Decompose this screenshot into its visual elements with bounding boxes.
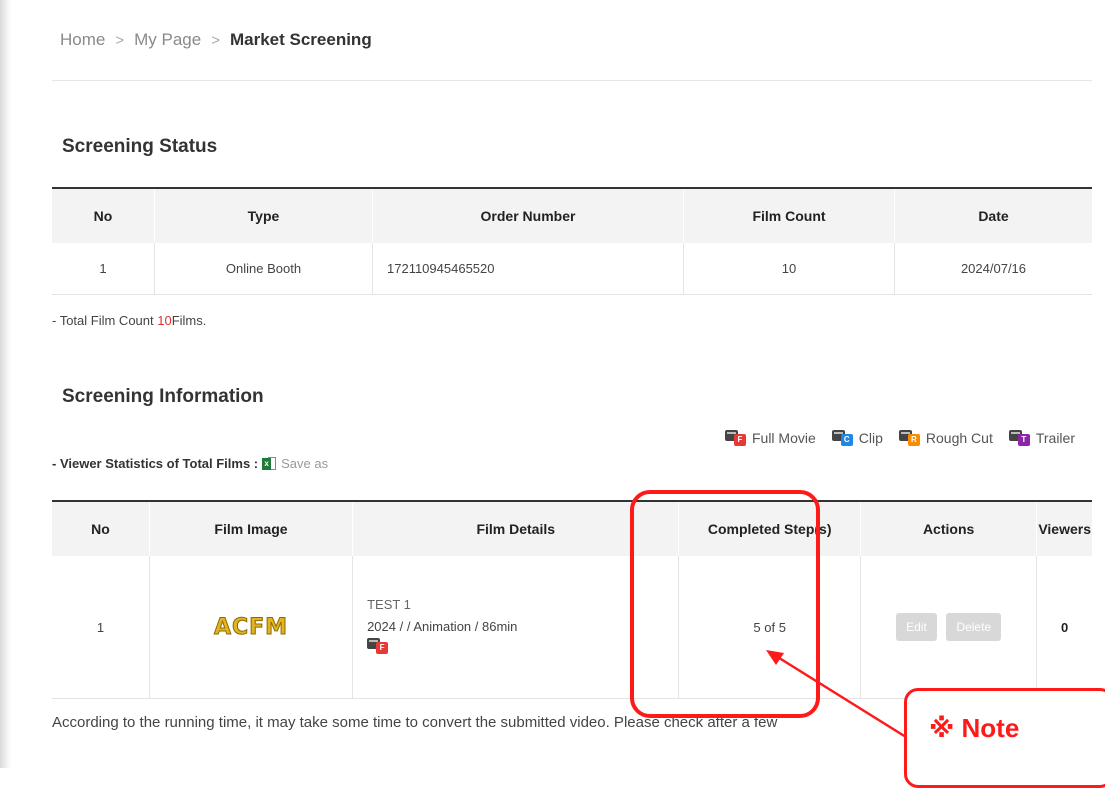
clip-icon: C	[831, 430, 854, 446]
legend-label: Clip	[858, 430, 883, 446]
total-film-count: - Total Film Count 10Films.	[52, 313, 206, 328]
cell-actions: Edit Delete	[859, 556, 1038, 699]
column-header: Order Number	[372, 188, 684, 243]
note-callout: ※ Note	[904, 688, 1105, 788]
column-header: Actions	[859, 501, 1038, 556]
column-header: Viewers	[1036, 501, 1092, 556]
column-header: No	[52, 501, 150, 556]
column-header: Film Count	[683, 188, 895, 243]
breadcrumb-separator: >	[115, 31, 125, 49]
highlight-annotation-box	[630, 490, 820, 718]
delete-button[interactable]: Delete	[946, 613, 1002, 641]
viewer-statistics-label: - Viewer Statistics of Total Films :	[52, 456, 259, 471]
legend-rough-cut: R Rough Cut	[898, 430, 993, 446]
table-row: 1 Online Booth 172110945465520 10 2024/0…	[52, 243, 1092, 295]
table-row: 1 ACFM TEST 1 2024 / / Animation / 86min…	[52, 556, 1092, 699]
column-header: Film Image	[148, 501, 354, 556]
screening-information-title: Screening Information	[62, 386, 264, 407]
excel-icon[interactable]: x	[262, 456, 277, 471]
screening-status-title: Screening Status	[62, 136, 218, 157]
column-header: Date	[894, 188, 1092, 243]
breadcrumb-home[interactable]: Home	[60, 30, 105, 50]
breadcrumb-my-page[interactable]: My Page	[134, 30, 201, 50]
full-movie-icon: F	[367, 637, 389, 654]
cell-date: 2024/07/16	[894, 243, 1092, 295]
breadcrumb-separator: >	[211, 31, 220, 49]
legend-label: Full Movie	[751, 430, 816, 446]
cell-film-count: 10	[683, 243, 895, 295]
cell-no: 1	[52, 243, 155, 295]
legend-label: Rough Cut	[925, 430, 993, 446]
column-header: Type	[154, 188, 373, 243]
column-header: No	[52, 188, 155, 243]
page-left-edge	[0, 0, 12, 768]
total-suffix: Films.	[171, 313, 207, 328]
rough-cut-icon: R	[898, 430, 921, 446]
table-header-row: No Film Image Film Details Completed Ste…	[52, 501, 1092, 556]
cell-type: Online Booth	[154, 243, 373, 295]
save-as-link[interactable]: Save as	[281, 456, 328, 471]
legend-label: Trailer	[1035, 430, 1075, 446]
screening-status-table: No Type Order Number Film Count Date 1 O…	[52, 187, 1092, 295]
legend-full-movie: F Full Movie	[724, 430, 816, 446]
total-prefix: - Total Film Count	[52, 313, 158, 328]
film-image-logo: ACFM	[213, 614, 289, 640]
table-header-row: No Type Order Number Film Count Date	[52, 188, 1092, 243]
breadcrumb-current: Market Screening	[229, 30, 372, 49]
legend-trailer: T Trailer	[1008, 430, 1075, 446]
viewer-statistics: - Viewer Statistics of Total Films : x S…	[52, 456, 328, 471]
trailer-icon: T	[1008, 430, 1031, 446]
film-type-legend: F Full Movie C Clip R Rough Cut T Traile…	[709, 430, 1075, 446]
full-movie-icon: F	[724, 430, 747, 446]
note-label: ※ Note	[929, 713, 1020, 743]
legend-clip: C Clip	[831, 430, 883, 446]
cell-order-number: 172110945465520	[372, 243, 684, 295]
breadcrumb-divider	[52, 80, 1092, 81]
cell-viewers: 0	[1036, 556, 1092, 699]
films-table: No Film Image Film Details Completed Ste…	[52, 500, 1092, 699]
total-value: 10	[157, 313, 172, 328]
breadcrumb: Home > My Page > Market Screening	[60, 30, 372, 50]
edit-button[interactable]: Edit	[896, 613, 937, 641]
cell-film-image: ACFM	[148, 556, 354, 699]
cell-no: 1	[52, 556, 150, 699]
